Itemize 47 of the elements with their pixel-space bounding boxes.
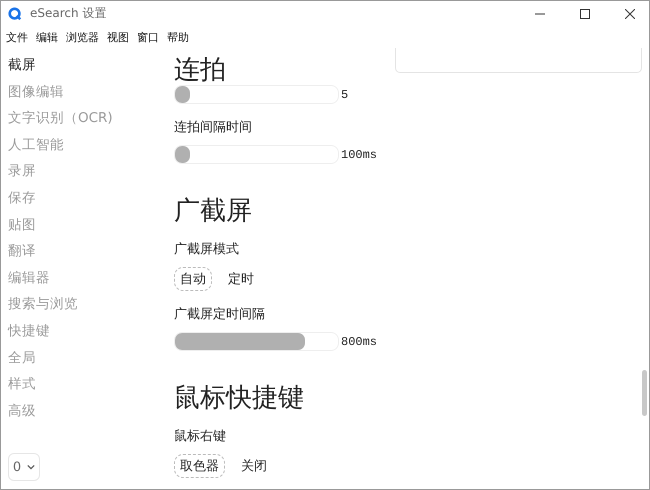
slider-track[interactable] xyxy=(174,332,339,351)
sidebar-item[interactable]: 人工智能 xyxy=(8,132,64,158)
scrollbar-thumb[interactable] xyxy=(642,370,647,416)
setting-label: 广截屏模式 xyxy=(174,241,239,258)
menu-item[interactable]: 文件 xyxy=(6,30,28,44)
radio-option[interactable]: 取色器 xyxy=(174,454,225,478)
sidebar-item[interactable]: 样式 xyxy=(8,371,36,398)
setting-label: 鼠标右键 xyxy=(174,428,226,445)
page-select[interactable]: 0 xyxy=(8,453,40,481)
sidebar-item[interactable]: 搜索与浏览 xyxy=(8,291,78,318)
radio-option[interactable]: 关闭 xyxy=(235,454,273,478)
sidebar-item[interactable]: 文字识别（OCR) xyxy=(8,105,113,132)
sidebar-item[interactable]: 高级 xyxy=(8,398,36,424)
sidebar-item[interactable]: 快捷键 xyxy=(8,318,50,345)
slider-fill[interactable] xyxy=(175,146,190,163)
section-heading: 连拍 xyxy=(174,55,226,85)
radio-option[interactable]: 自动 xyxy=(174,267,212,291)
section-heading: 鼠标快捷键 xyxy=(174,383,304,413)
menu-item[interactable]: 视图 xyxy=(107,30,129,44)
slider-fill[interactable] xyxy=(175,333,306,350)
app-logo-icon xyxy=(8,6,22,20)
sidebar-item[interactable]: 录屏 xyxy=(8,158,36,185)
window-title: eSearch 设置 xyxy=(30,5,106,22)
sidebar-item[interactable]: 保存 xyxy=(8,184,36,212)
section-heading: 广截屏 xyxy=(174,196,252,226)
chevron-icon xyxy=(27,464,36,470)
sidebar-item[interactable]: 图像编辑 xyxy=(8,78,64,106)
slider-track[interactable] xyxy=(174,85,339,104)
sidebar-item[interactable]: 贴图 xyxy=(8,212,36,238)
sidebar-item[interactable]: 全局 xyxy=(8,344,36,372)
menu-item[interactable]: 编辑 xyxy=(36,30,58,44)
setting-label: 连拍间隔时间 xyxy=(174,119,252,136)
maximize-icon[interactable] xyxy=(580,8,590,18)
slider-value: 100ms xyxy=(341,148,378,162)
menu-item[interactable]: 浏览器 xyxy=(66,30,99,44)
slider-value: 800ms xyxy=(341,334,378,348)
menu-item[interactable]: 窗口 xyxy=(137,30,159,44)
sidebar-item[interactable]: 截屏 xyxy=(8,52,36,79)
setting-label: 广截屏定时间隔 xyxy=(174,306,265,323)
radio-option[interactable]: 定时 xyxy=(222,267,260,291)
close-icon[interactable] xyxy=(625,8,635,18)
slider-value: 5 xyxy=(341,88,348,102)
slider-fill[interactable] xyxy=(175,86,190,103)
sidebar-item[interactable]: 翻译 xyxy=(8,238,36,265)
menu-item[interactable]: 帮助 xyxy=(167,30,189,44)
slider-track[interactable] xyxy=(174,145,339,164)
sidebar-item[interactable]: 编辑器 xyxy=(8,264,50,292)
